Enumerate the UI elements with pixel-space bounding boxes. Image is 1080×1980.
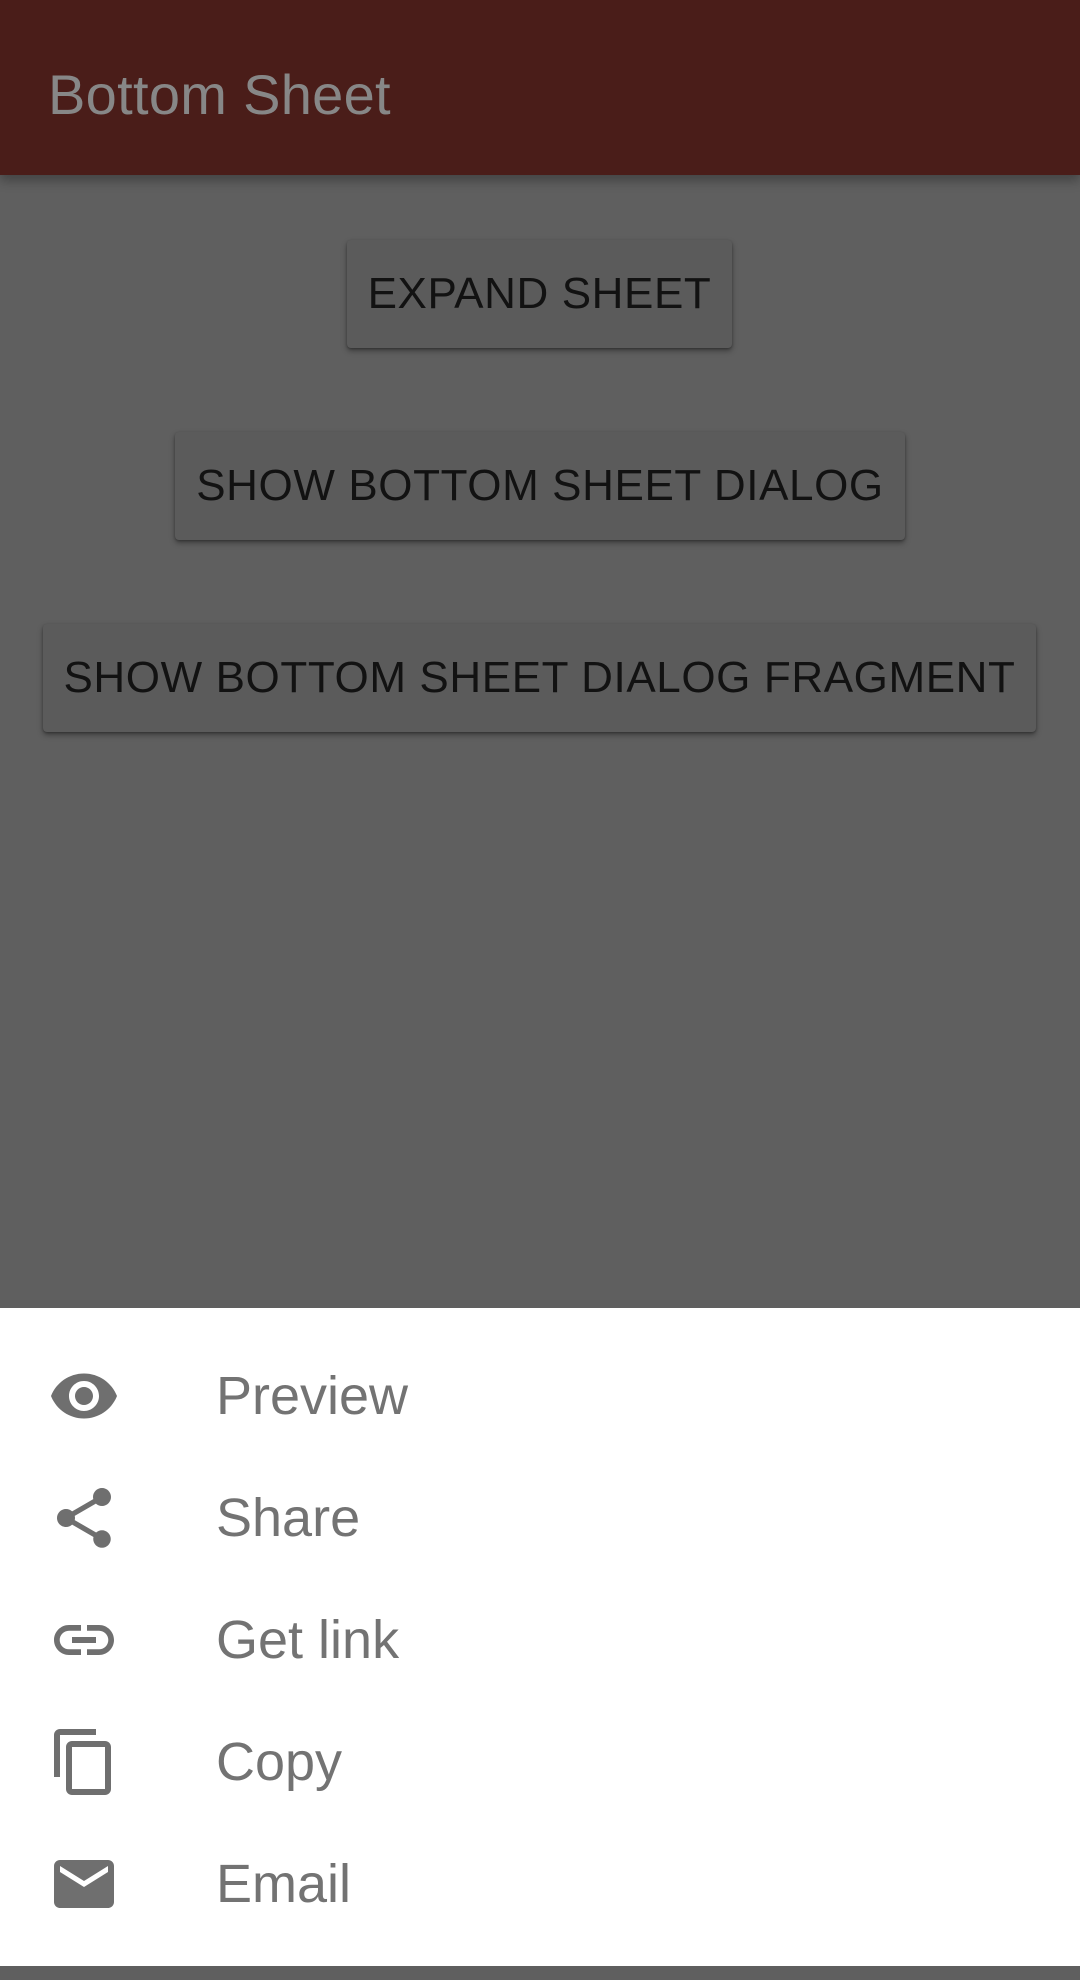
show-bottom-sheet-dialog-fragment-button[interactable]: SHOW BOTTOM SHEET DIALOG FRAGMENT <box>43 624 1036 732</box>
expand-sheet-button[interactable]: EXPAND SHEET <box>347 240 732 348</box>
app-bar: Bottom Sheet <box>0 0 1080 175</box>
email-icon <box>48 1848 120 1920</box>
show-bottom-sheet-dialog-button[interactable]: SHOW BOTTOM SHEET DIALOG <box>175 432 905 540</box>
sheet-item-email[interactable]: Email <box>0 1823 1080 1945</box>
sheet-item-label: Email <box>216 1854 352 1914</box>
screen: Bottom Sheet EXPAND SHEET SHOW BOTTOM SH… <box>0 0 1080 1980</box>
sheet-item-share[interactable]: Share <box>0 1457 1080 1579</box>
link-icon <box>48 1604 120 1676</box>
eye-icon <box>48 1360 120 1432</box>
share-icon <box>48 1482 120 1554</box>
sheet-item-label: Get link <box>216 1610 400 1670</box>
bottom-sheet: Preview Share Get link Copy Email <box>0 1308 1080 1966</box>
sheet-item-label: Preview <box>216 1366 409 1426</box>
sheet-item-preview[interactable]: Preview <box>0 1335 1080 1457</box>
copy-icon <box>48 1726 120 1798</box>
sheet-item-label: Share <box>216 1488 361 1548</box>
sheet-item-copy[interactable]: Copy <box>0 1701 1080 1823</box>
navigation-bar-edge <box>0 1966 1080 1980</box>
sheet-item-get-link[interactable]: Get link <box>0 1579 1080 1701</box>
sheet-item-label: Copy <box>216 1732 343 1792</box>
page-title: Bottom Sheet <box>48 63 391 126</box>
